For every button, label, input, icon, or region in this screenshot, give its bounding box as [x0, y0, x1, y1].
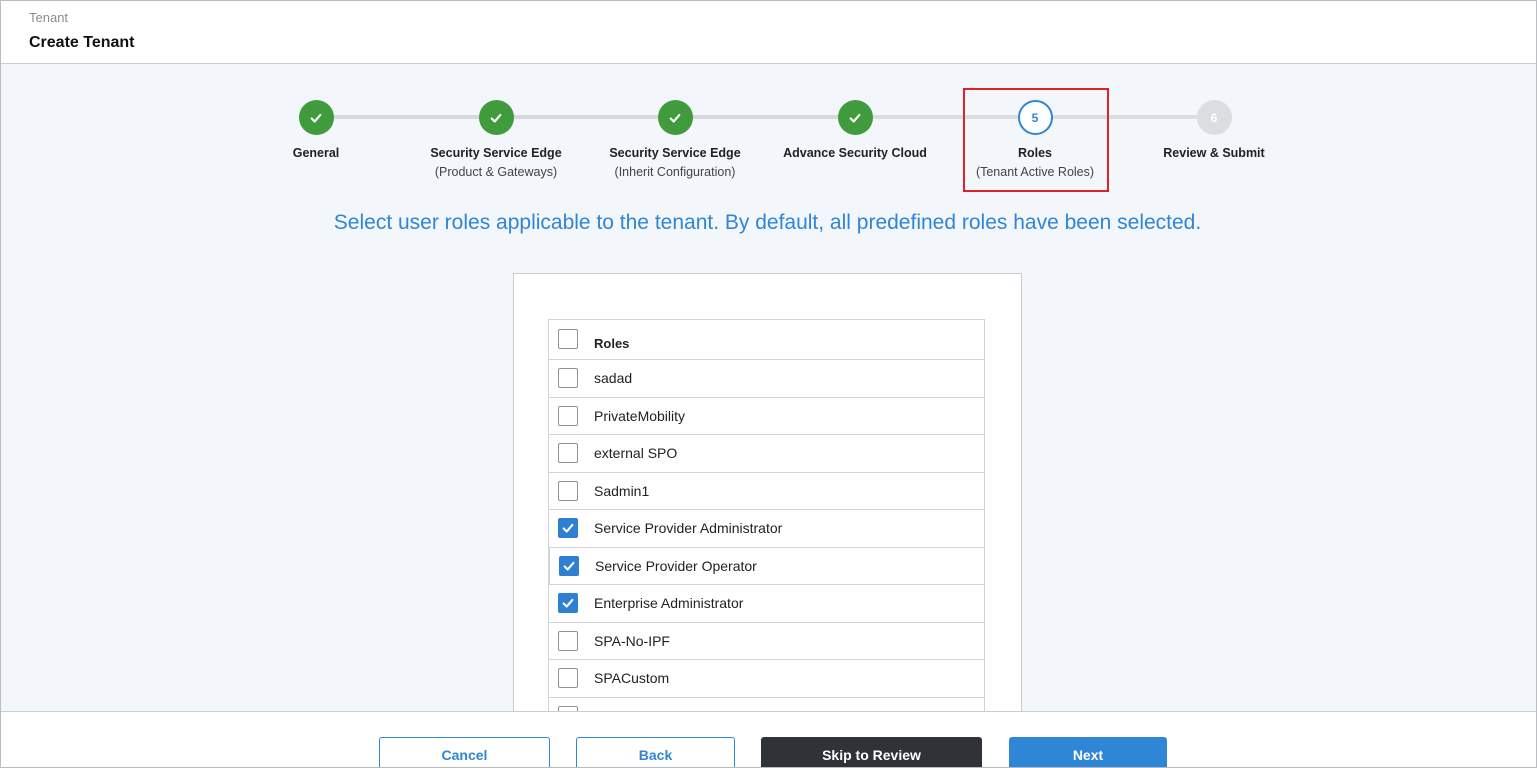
- table-row[interactable]: Service Provider Administrator: [549, 510, 984, 548]
- check-icon: [298, 100, 334, 135]
- table-header: Roles: [549, 320, 984, 360]
- table-row[interactable]: Sadmin1: [549, 472, 984, 510]
- role-name: external SPO: [594, 445, 678, 462]
- back-button[interactable]: Back: [576, 737, 735, 767]
- wizard-footer: Cancel Back Skip to Review Next: [1, 711, 1536, 767]
- table-row[interactable]: Enterprise Administrator: [549, 585, 984, 623]
- check-icon: [562, 599, 574, 608]
- roles-column-header: Roles: [594, 336, 630, 351]
- check-icon: [562, 524, 574, 533]
- step-number: 6: [1196, 100, 1232, 135]
- current-step-highlight: [963, 88, 1109, 192]
- step-sse-inherit[interactable]: Security Service Edge (Inherit Configura…: [575, 100, 775, 179]
- role-checkbox[interactable]: [558, 593, 578, 614]
- step-title: Security Service Edge: [609, 146, 741, 160]
- role-name: Sadmin1: [594, 482, 650, 499]
- wizard-stepper: General Security Service Edge (Product &…: [1, 64, 1536, 194]
- step-review-submit[interactable]: 6 Review & Submit: [1114, 100, 1314, 165]
- table-row[interactable]: sadad: [549, 360, 984, 398]
- step-title: Review & Submit: [1163, 146, 1265, 160]
- check-icon: [657, 100, 693, 135]
- step-subtitle: (Inherit Configuration): [614, 165, 736, 179]
- role-checkbox[interactable]: [558, 630, 578, 651]
- role-checkbox[interactable]: [558, 518, 578, 539]
- role-name: Enterprise Administrator: [594, 595, 744, 612]
- check-icon: [563, 561, 575, 571]
- role-name: Service Provider Operator: [595, 557, 757, 574]
- select-all-checkbox[interactable]: [558, 329, 578, 349]
- table-row[interactable]: PrivateMobility: [549, 397, 984, 435]
- page-header: Tenant Create Tenant: [1, 1, 1536, 64]
- role-name: Service Provider Administrator: [594, 520, 783, 537]
- skip-to-review-button[interactable]: Skip to Review: [761, 737, 982, 767]
- role-checkbox[interactable]: [558, 668, 578, 689]
- page-title: Create Tenant: [29, 34, 135, 51]
- role-name: sadad: [594, 370, 633, 387]
- create-tenant-window: Tenant Create Tenant General Security Se…: [0, 0, 1537, 768]
- role-checkbox[interactable]: [558, 480, 578, 501]
- table-row[interactable]: SPA-No-IPF: [549, 622, 984, 660]
- role-checkbox[interactable]: [559, 555, 579, 576]
- role-checkbox[interactable]: [558, 443, 578, 464]
- table-row[interactable]: Service Provider Operator: [550, 547, 984, 585]
- instruction-text: Select user roles applicable to the tena…: [333, 211, 1202, 234]
- table-row[interactable]: external SPO: [549, 435, 984, 473]
- check-icon: [478, 100, 514, 135]
- roles-panel: Roles sadad PrivateMobility external SPO Sa…: [513, 273, 1022, 736]
- step-title: Advance Security Cloud: [783, 146, 927, 160]
- next-button[interactable]: Next: [1009, 737, 1167, 767]
- step-sse-products[interactable]: Security Service Edge (Product & Gateway…: [396, 100, 596, 179]
- role-name: PrivateMobility: [594, 407, 686, 424]
- table-row[interactable]: SPACustom: [549, 660, 984, 698]
- cancel-button[interactable]: Cancel: [379, 737, 550, 767]
- step-title: General: [292, 146, 340, 160]
- role-checkbox[interactable]: [558, 405, 578, 426]
- step-general[interactable]: General: [216, 100, 416, 165]
- role-name: SPACustom: [594, 670, 670, 687]
- role-name: SPA-No-IPF: [594, 632, 670, 649]
- step-title: Security Service Edge: [430, 146, 562, 160]
- check-icon: [837, 100, 873, 135]
- role-checkbox[interactable]: [558, 368, 578, 389]
- step-advance-security-cloud[interactable]: Advance Security Cloud: [755, 100, 955, 165]
- breadcrumb[interactable]: Tenant: [29, 10, 68, 25]
- roles-table: Roles sadad PrivateMobility external SPO Sa…: [548, 319, 985, 736]
- step-subtitle: (Product & Gateways): [434, 165, 558, 179]
